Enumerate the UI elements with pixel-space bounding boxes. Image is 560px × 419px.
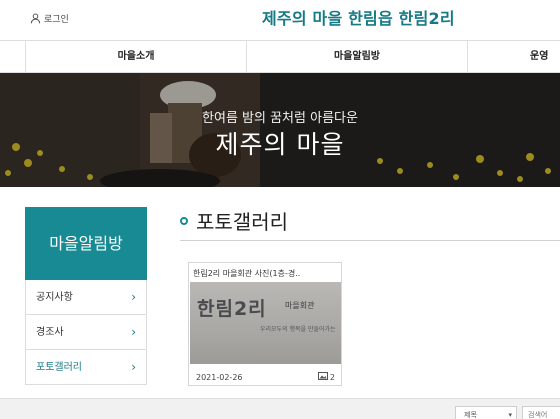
main-nav: 마을소개 마을알림방 운영 xyxy=(0,40,560,73)
thumbnail-sign-subtext: 마을회관 xyxy=(285,301,315,310)
sidebar-item-photo-gallery[interactable]: 포토갤러리 › xyxy=(26,350,146,385)
sidebar-item-events[interactable]: 경조사 › xyxy=(26,315,146,350)
photo-count-value: 2 xyxy=(329,372,335,382)
nav-item-village-intro[interactable]: 마을소개 xyxy=(26,41,246,72)
thumbnail-sign-text: 한림2리 xyxy=(197,298,267,320)
chevron-right-icon: › xyxy=(131,325,136,339)
section-heading: 포토갤러리 xyxy=(180,206,288,235)
image-icon xyxy=(317,372,328,382)
hero-title: 제주의 마을 xyxy=(215,130,345,159)
sidebar-item-label: 포토갤러리 xyxy=(36,362,82,373)
chevron-right-icon: › xyxy=(131,290,136,304)
login-label: 로그인 xyxy=(44,15,69,25)
sidebar-heading: 마을알림방 xyxy=(25,207,147,280)
search-input[interactable] xyxy=(522,406,560,419)
person-icon xyxy=(30,9,41,28)
search-select-value: 제목 xyxy=(464,411,477,419)
card-date: 2021-02-26 xyxy=(196,373,243,382)
nav-divider xyxy=(467,41,468,72)
divider xyxy=(180,240,560,241)
login-link[interactable]: 로그인 xyxy=(30,9,69,28)
site-title[interactable]: 제주의 마을 한림읍 한림2리 xyxy=(262,5,455,29)
nav-item-operation[interactable]: 운영 xyxy=(530,41,560,72)
nav-item-village-notice[interactable]: 마을알림방 xyxy=(247,41,467,72)
sidebar-item-label: 공지사항 xyxy=(36,292,73,303)
gallery-card[interactable]: 한림2리 마을회관 사진(1층-경.. 한림2리 마을회관 우리모두의 행복을 … xyxy=(188,262,342,386)
sidebar-item-label: 경조사 xyxy=(36,327,64,338)
chevron-right-icon: › xyxy=(131,360,136,374)
hero-subtitle: 한여름 밤의 꿈처럼 아름다운 xyxy=(202,111,358,126)
search-field-select[interactable]: 제목 ▾ xyxy=(455,406,517,419)
card-photo-count: 2 xyxy=(317,372,335,382)
top-bar: 로그인 제주의 마을 한림읍 한림2리 xyxy=(0,0,560,40)
page-title: 포토갤러리 xyxy=(196,210,288,234)
ring-icon xyxy=(180,216,188,225)
card-title: 한림2리 마을회관 사진(1층-경.. xyxy=(193,269,301,278)
card-thumbnail: 한림2리 마을회관 우리모두의 행복을 만들어가는 xyxy=(190,282,341,364)
thumbnail-sign-line: 우리모두의 행복을 만들어가는 xyxy=(260,326,336,333)
sidebar-item-notice[interactable]: 공지사항 › xyxy=(26,280,146,315)
hero-banner: 한여름 밤의 꿈처럼 아름다운 제주의 마을 xyxy=(0,73,560,187)
chevron-down-icon: ▾ xyxy=(508,411,512,419)
sidebar-menu: 공지사항 › 경조사 › 포토갤러리 › xyxy=(25,280,147,385)
